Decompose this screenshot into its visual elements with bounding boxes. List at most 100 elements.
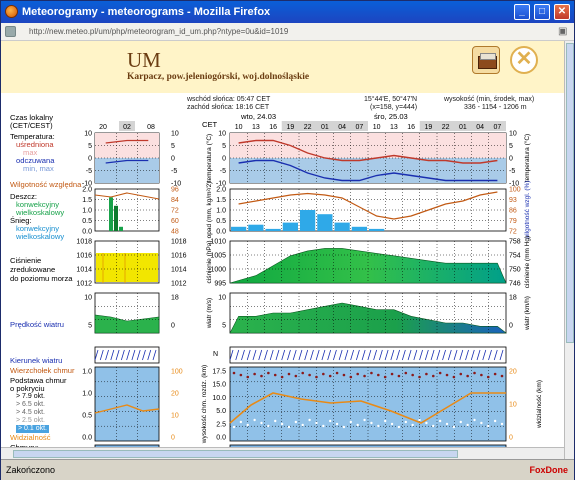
hour-label: 01 (321, 124, 329, 131)
precip-bar (282, 222, 298, 231)
cloud-base-dot (473, 418, 476, 422)
cloud-okt-4: > 0.1 okt. (16, 425, 49, 433)
hour-label: 10 (235, 124, 243, 131)
hour-label: 22 (304, 124, 312, 131)
temp-tick: 0 (222, 156, 226, 163)
page-header: UM Karpacz, pow.jeleniogórski, woj.dolno… (1, 41, 564, 93)
cloud-base-dot (390, 422, 394, 426)
cloud-top-dot (267, 371, 270, 375)
status-bar: Zakończono FoxDone (1, 459, 574, 480)
cloud-top-dot (500, 374, 504, 378)
vertical-scroll-thumb[interactable] (566, 43, 574, 343)
precip-bar-small (114, 205, 118, 231)
cloud-base-dot (349, 420, 353, 424)
precip-tick: 2.0 (216, 187, 226, 194)
temp-minmax-label: min, max (23, 164, 54, 173)
cloud-top-label: Wierzchołek chmur (10, 366, 75, 375)
precip-bar (351, 226, 367, 231)
cloud-base-dot (253, 418, 256, 422)
url-bar[interactable]: http://new.meteo.pl/um/php/meteorogram_i… (1, 23, 574, 41)
info-button[interactable] (472, 46, 500, 74)
cloud-base-dot (342, 425, 346, 429)
cloud-top-dot (342, 373, 346, 377)
wind-tick: 10 (84, 295, 92, 302)
humidity-label: Wilgotność względna (10, 180, 82, 189)
cloud-top-dot (328, 374, 332, 378)
sunrise-text: wschód słońca: 05:47 CET (187, 96, 271, 103)
precip-tick: 79 (509, 218, 517, 225)
vertical-scrollbar[interactable] (564, 41, 574, 459)
cloud-base-dot (232, 425, 236, 429)
cloud-top-dot (287, 372, 291, 376)
wind-speed-label: Prędkość wiatru (10, 320, 65, 329)
cloud-base-dot (411, 423, 414, 427)
cloud-base-dot (480, 421, 483, 425)
cloud-top-dot (404, 371, 408, 375)
cloud-top-dot (246, 375, 250, 379)
cloud-tick: 1.0 (82, 369, 92, 376)
precip-bar (265, 228, 281, 231)
close-page-button[interactable]: ✕ (510, 46, 538, 74)
precip-bar (369, 228, 385, 231)
cloud-base-dot (432, 424, 435, 428)
precip-bar (317, 214, 333, 231)
day1-label: wto, 24.03 (241, 112, 277, 121)
temp-axis-label: temperatura (°C) (205, 134, 213, 182)
wind-tick: 5 (88, 323, 92, 330)
model-title: UM (127, 48, 161, 72)
pressure-label-3: do poziomu morza (10, 274, 73, 283)
sunset-text: zachód słońca: 18:16 CET (187, 104, 270, 111)
precip-bar (300, 210, 316, 231)
maximize-button[interactable]: □ (534, 4, 550, 20)
snow-large-label: wielkoskalowy (16, 232, 65, 241)
cloud-top-dot (459, 372, 463, 376)
precip-tick: 0.5 (216, 218, 226, 225)
cloud-base-dot (280, 422, 284, 426)
cloud-base-dot (425, 421, 428, 425)
cloud-top-dot (322, 372, 325, 376)
minimize-button[interactable]: _ (514, 4, 530, 20)
cloud-top-dot (445, 373, 449, 377)
temp-tick: 0 (509, 156, 513, 163)
close-window-button[interactable]: ✕ (554, 4, 570, 20)
humid-axis-label: wilgotność wzgl. (%) (524, 181, 531, 241)
cloud-base-dot (363, 418, 366, 422)
cloud-base-dot (294, 420, 298, 424)
local-time-sub: (CET/CEST) (10, 121, 53, 130)
precip-tick: 1.5 (216, 197, 226, 204)
small-hour-label: 20 (99, 124, 107, 131)
cloud-tick: 100 (171, 369, 183, 376)
title-bar: Meteorogramy - meteorograms - Mozilla Fi… (1, 1, 574, 23)
cloud-base-dot (356, 423, 359, 427)
pressure-label-2: zredukowane (10, 265, 56, 274)
cloud-top-dot (466, 374, 469, 378)
pressure-tick: 746 (509, 281, 521, 288)
temp-tick: 5 (171, 143, 175, 150)
cloud-base-dot (418, 418, 421, 422)
wind-tick: 18 (509, 295, 517, 302)
cloud-tick: 20 (509, 369, 517, 376)
hour-label: 13 (252, 124, 260, 131)
cloud-tick: 0 (509, 435, 513, 442)
cloud-base-dot (287, 425, 291, 429)
cloud-top-dot (480, 373, 483, 377)
temp-tick: 10 (84, 131, 92, 138)
hour-label: 04 (476, 124, 484, 131)
cloud-tick: 0.5 (82, 413, 92, 420)
pressure-tick: 1014 (171, 267, 187, 274)
cloud-base-dot (397, 425, 401, 429)
cloud-base-dot (466, 423, 469, 427)
firefox-icon (5, 5, 18, 18)
cloud-tick: 10 (171, 413, 179, 420)
cloud-top-dot (486, 375, 490, 379)
pressure-tick: 1012 (171, 281, 187, 288)
cloud-base-dot (239, 420, 243, 424)
horizontal-scrollbar[interactable] (1, 447, 564, 459)
visibility-axis-label: widzialność (km) (536, 380, 543, 429)
coords-text: 15°44'E, 50°47'N (364, 96, 418, 103)
precip-tick: 84 (171, 197, 179, 204)
cloud-top-dot (370, 371, 373, 375)
url-text: http://new.meteo.pl/um/php/meteorogram_i… (29, 27, 289, 36)
small-hour-label: 02 (123, 124, 131, 131)
horizontal-scroll-thumb[interactable] (13, 450, 458, 458)
